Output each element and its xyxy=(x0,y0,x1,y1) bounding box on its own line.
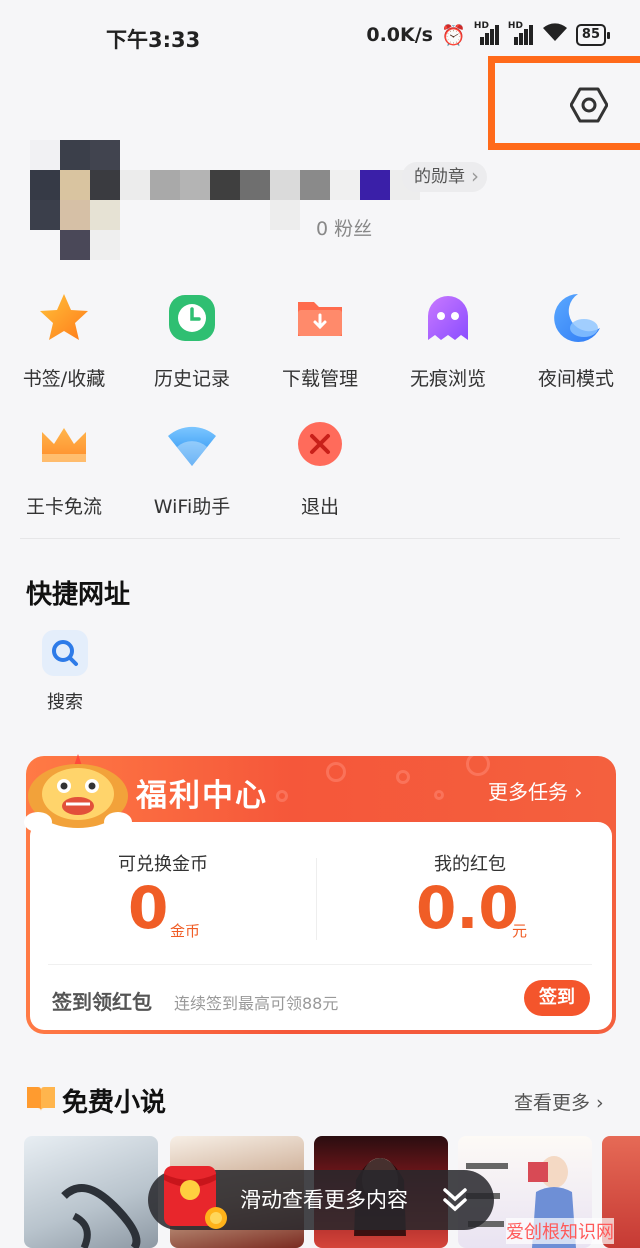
search-icon xyxy=(42,630,88,676)
menu-history[interactable]: 历史记录 xyxy=(128,290,256,391)
novels-title: 免费小说 xyxy=(62,1088,167,1118)
avatar[interactable] xyxy=(30,140,120,262)
menu-incognito[interactable]: 无痕浏览 xyxy=(384,290,512,391)
menu-exit[interactable]: 退出 xyxy=(256,418,384,519)
coins-unit: 金币 xyxy=(170,922,201,940)
menu-king-card[interactable]: 王卡免流 xyxy=(0,418,128,519)
menu-label: 退出 xyxy=(300,496,339,518)
username-blurred xyxy=(120,170,420,200)
moon-icon xyxy=(548,290,604,346)
double-chevron-down-icon[interactable] xyxy=(440,1184,470,1214)
novels-more-link[interactable]: 查看更多 › xyxy=(514,1088,604,1115)
signin-button[interactable]: 签到 xyxy=(524,980,590,1016)
panel-divider xyxy=(316,858,317,940)
wifi-status-icon xyxy=(542,22,568,48)
menu-downloads[interactable]: 下载管理 xyxy=(256,290,384,391)
battery-icon: 85 xyxy=(575,24,611,46)
menu-label: 无痕浏览 xyxy=(409,368,486,390)
book-icon xyxy=(27,1087,55,1111)
welfare-title: 福利中心 xyxy=(136,778,268,814)
red-envelope-icon xyxy=(164,1166,227,1229)
scroll-hint-text: 滑动查看更多内容 xyxy=(240,1188,408,1212)
menu-label: 历史记录 xyxy=(153,368,230,390)
novel-cover[interactable] xyxy=(24,1136,158,1248)
close-icon xyxy=(292,418,348,474)
settings-icon[interactable] xyxy=(570,86,608,124)
menu-label: WiFi助手 xyxy=(153,496,231,518)
ghost-icon xyxy=(420,290,476,346)
quick-links-title: 快捷网址 xyxy=(26,580,131,610)
redpack-value[interactable]: 0.0 xyxy=(416,874,519,942)
signin-title: 签到领红包 xyxy=(52,990,152,1014)
menu-label: 王卡免流 xyxy=(25,496,102,518)
clock-icon xyxy=(164,290,220,346)
quick-link-label: 搜索 xyxy=(47,692,83,713)
menu-wifi-assistant[interactable]: WiFi助手 xyxy=(128,418,256,519)
signin-subtitle: 连续签到最高可领88元 xyxy=(174,994,339,1013)
wifi-icon xyxy=(164,418,220,474)
redpack-label: 我的红包 xyxy=(434,854,506,875)
menu-night-mode[interactable]: 夜间模式 xyxy=(512,290,640,391)
quick-link-search[interactable]: 搜索 xyxy=(28,630,102,714)
settings-highlight-box xyxy=(488,56,640,150)
coins-label: 可兑换金币 xyxy=(118,854,208,875)
download-folder-icon xyxy=(292,290,348,346)
profile-area[interactable] xyxy=(30,140,490,262)
redpack-unit: 元 xyxy=(512,922,528,940)
coins-value[interactable]: 0 xyxy=(128,874,168,942)
net-speed: 0.0K/s xyxy=(366,24,433,46)
status-time: 下午3:33 xyxy=(106,28,201,52)
watermark-text: 爱创根知识网 xyxy=(506,1218,614,1244)
menu-label: 书签/收藏 xyxy=(22,368,106,390)
status-right: 0.0K/s ⏰ HD HD 85 xyxy=(366,21,611,48)
lion-mascot-icon xyxy=(24,754,132,832)
medal-badge[interactable]: 的勋章 xyxy=(402,161,487,192)
signal-icon: HD xyxy=(508,21,534,45)
menu-bookmarks[interactable]: 书签/收藏 xyxy=(0,290,128,391)
section-divider xyxy=(20,538,620,539)
more-tasks-link[interactable]: 更多任务 › xyxy=(488,776,582,805)
menu-label: 下载管理 xyxy=(281,368,358,390)
fans-count[interactable]: 0 粉丝 xyxy=(316,214,372,241)
signal-icon: HD xyxy=(474,21,500,45)
star-icon xyxy=(36,290,92,346)
menu-label: 夜间模式 xyxy=(537,368,614,390)
panel-divider xyxy=(48,964,592,965)
alarm-icon: ⏰ xyxy=(441,23,466,47)
crown-icon xyxy=(36,418,92,474)
